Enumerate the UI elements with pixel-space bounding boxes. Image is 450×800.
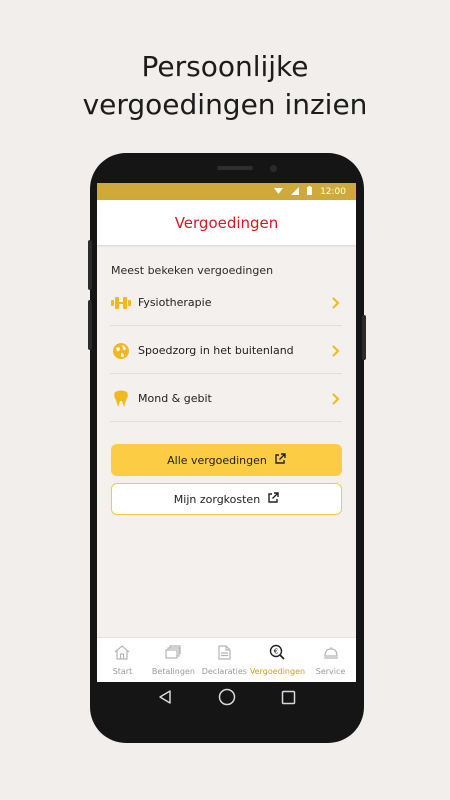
nav-item-betalingen[interactable]: Betalingen — [148, 638, 199, 682]
external-link-icon — [274, 452, 286, 468]
android-navigation-bar — [97, 682, 356, 716]
home-icon — [114, 644, 130, 664]
nav-item-vergoedingen[interactable]: € Vergoedingen — [250, 638, 305, 682]
back-icon[interactable] — [157, 689, 173, 709]
status-time: 12:00 — [320, 186, 346, 197]
mijn-zorgkosten-button[interactable]: Mijn zorgkosten — [111, 483, 342, 515]
nav-item-service[interactable]: Service — [305, 638, 356, 682]
nav-label: Betalingen — [151, 666, 195, 676]
list-item-label: Mond & gebit — [138, 392, 212, 405]
euro-search-icon: € — [269, 644, 286, 664]
alle-vergoedingen-button[interactable]: Alle vergoedingen — [111, 444, 342, 476]
button-label: Mijn zorgkosten — [173, 492, 261, 506]
app-bar: Vergoedingen — [97, 200, 356, 245]
tooth-icon — [110, 388, 132, 410]
phone-side-button — [362, 315, 366, 360]
phone-side-button — [88, 300, 92, 350]
home-circle-icon[interactable] — [218, 688, 236, 710]
globe-icon — [110, 340, 132, 362]
nav-label: Service — [315, 666, 346, 676]
recents-icon[interactable] — [281, 690, 296, 709]
payments-icon — [165, 644, 182, 664]
external-link-icon — [267, 491, 279, 507]
phone-speaker — [217, 166, 253, 170]
svg-text:€: € — [274, 648, 278, 656]
nav-label: Start — [112, 666, 133, 676]
list-item-spoedzorg[interactable]: Spoedzorg in het buitenland — [110, 328, 342, 374]
headline-line-1: Persoonlijke — [141, 50, 309, 83]
headline: Persoonlijke vergoedingen inzien — [0, 48, 450, 124]
section-title: Meest bekeken vergoedingen — [111, 264, 274, 277]
button-label: Alle vergoedingen — [167, 453, 267, 467]
bottom-navigation: Start Betalingen Declaraties € Vergoedin… — [97, 637, 356, 682]
phone-side-button — [88, 240, 92, 290]
list-item-label: Spoedzorg in het buitenland — [138, 344, 294, 357]
document-icon — [218, 644, 231, 664]
dumbbell-icon — [110, 292, 132, 314]
nav-label: Vergoedingen — [249, 667, 306, 676]
status-bar: 12:00 — [97, 183, 356, 200]
wifi-icon — [274, 187, 284, 197]
chevron-right-icon — [330, 297, 342, 309]
phone-camera — [270, 165, 277, 172]
chevron-right-icon — [330, 393, 342, 405]
chevron-right-icon — [330, 345, 342, 357]
list-item-label: Fysiotherapie — [138, 296, 212, 309]
battery-icon — [307, 186, 313, 197]
phone-screen: 12:00 Vergoedingen Meest bekeken vergoed… — [97, 183, 356, 682]
service-bell-icon — [323, 645, 339, 664]
nav-label: Declaraties — [201, 666, 247, 676]
signal-icon — [291, 186, 300, 197]
page-title: Vergoedingen — [174, 213, 279, 232]
nav-item-declaraties[interactable]: Declaraties — [199, 638, 250, 682]
nav-item-start[interactable]: Start — [97, 638, 148, 682]
list-item-mond-gebit[interactable]: Mond & gebit — [110, 376, 342, 422]
headline-line-2: vergoedingen inzien — [82, 88, 368, 121]
list-item-fysiotherapie[interactable]: Fysiotherapie — [110, 280, 342, 326]
